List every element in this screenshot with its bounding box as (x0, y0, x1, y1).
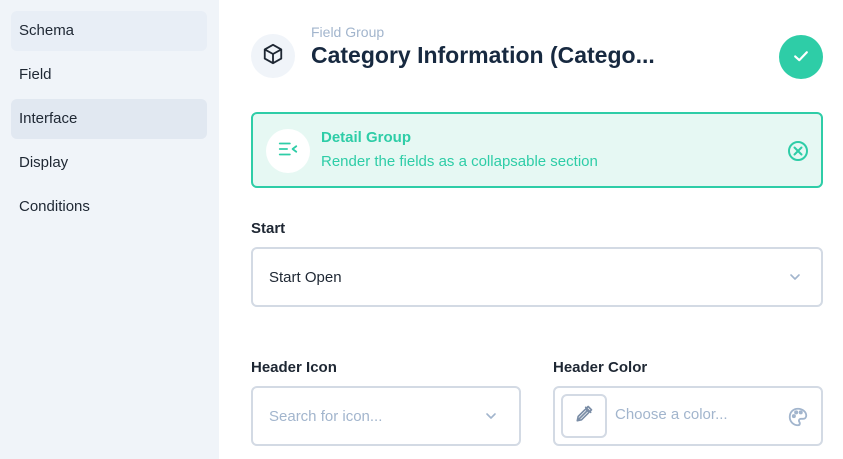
sidebar-item-display[interactable]: Display (11, 143, 207, 183)
eyedropper-icon (574, 404, 594, 429)
start-label: Start (251, 220, 286, 237)
start-select-value: Start Open (269, 269, 342, 286)
page-title: Category Information (Catego... (311, 42, 655, 68)
sidebar-item-schema[interactable]: Schema (11, 11, 207, 51)
color-picker-button[interactable] (561, 394, 607, 438)
header-eyebrow: Field Group (311, 24, 385, 40)
header-icon-badge (251, 34, 295, 78)
check-icon (791, 46, 811, 69)
close-circle-icon[interactable] (786, 139, 810, 163)
chevron-down-icon (787, 269, 803, 290)
collapse-list-icon (277, 138, 299, 165)
palette-icon[interactable] (787, 406, 809, 433)
sidebar-item-field[interactable]: Field (11, 55, 207, 95)
main-panel: Field Group Category Information (Catego… (219, 0, 843, 459)
selected-interface-card: Detail Group Render the fields as a coll… (251, 112, 823, 188)
box-icon (262, 43, 284, 70)
header-color-field (553, 386, 823, 446)
chevron-down-icon (483, 408, 499, 429)
header-icon-placeholder: Search for icon... (269, 408, 383, 425)
interface-icon-badge (266, 129, 310, 173)
interface-title: Detail Group (321, 129, 412, 146)
sidebar: Schema Field Interface Display Condition… (0, 0, 219, 459)
interface-description: Render the fields as a collapsable secti… (321, 153, 598, 170)
sidebar-item-conditions[interactable]: Conditions (11, 187, 207, 227)
save-button[interactable] (779, 35, 823, 79)
color-input[interactable] (615, 406, 775, 423)
header-color-label: Header Color (553, 359, 648, 376)
sidebar-item-interface[interactable]: Interface (11, 99, 207, 139)
header-icon-select[interactable]: Search for icon... (251, 386, 521, 446)
start-select[interactable]: Start Open (251, 247, 823, 307)
header-icon-label: Header Icon (251, 359, 337, 376)
